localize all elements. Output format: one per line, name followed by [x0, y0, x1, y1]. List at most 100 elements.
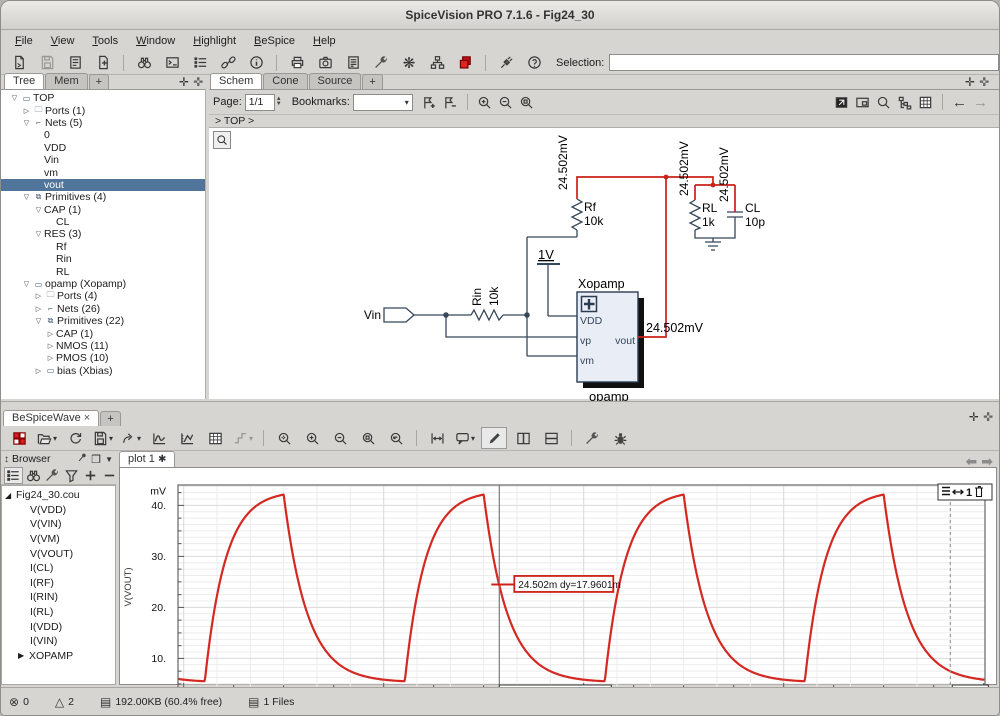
help-icon[interactable] — [522, 53, 546, 73]
title-bar[interactable]: SpiceVision PRO 7.1.6 - Fig24_30 — [1, 1, 999, 30]
error-count[interactable]: ⊗0 — [9, 695, 29, 709]
table-icon[interactable] — [203, 428, 227, 448]
zoom-in-icon[interactable] — [475, 92, 494, 112]
netlist-lines-icon[interactable] — [188, 53, 212, 73]
tree-item-nets-26-[interactable]: ▷⌐Nets (26) — [1, 303, 205, 315]
subcircuit-icon[interactable] — [895, 92, 914, 112]
signal-item-vvout[interactable]: V(VOUT) — [2, 546, 115, 561]
collapse-icon[interactable]: ◢ — [5, 491, 16, 500]
add-signal-icon[interactable] — [82, 468, 99, 483]
signal-group-xopamp[interactable]: ▶XOPAMP — [2, 649, 115, 664]
menu-bespice[interactable]: BeSpice — [246, 32, 303, 50]
signal-item-irin[interactable]: I(RIN) — [2, 590, 115, 605]
bug-icon[interactable] — [608, 428, 632, 448]
rf-resistor[interactable] — [572, 199, 582, 230]
collapse-icon[interactable]: ▼ — [105, 455, 113, 464]
page-spinner-arrows[interactable]: ▲▼ — [276, 97, 282, 107]
signal-item-icl[interactable]: I(CL) — [2, 561, 115, 576]
new-view-icon[interactable] — [91, 53, 115, 73]
tab-plot1[interactable]: plot 1 ✱ — [119, 451, 175, 467]
callout-icon[interactable]: ▾ — [453, 428, 477, 448]
tree-item-rl[interactable]: RL — [1, 265, 205, 277]
compare-icon[interactable] — [453, 53, 477, 73]
move-panel-icon[interactable]: ✛ — [965, 75, 975, 89]
detach-panel-icon[interactable]: ✜ — [979, 75, 989, 89]
hierarchy-icon[interactable] — [425, 53, 449, 73]
tab-mem[interactable]: Mem — [45, 73, 87, 89]
text-report-icon[interactable] — [341, 53, 365, 73]
collapse-icon[interactable]: ▽ — [33, 317, 44, 325]
tab-source[interactable]: Source — [309, 73, 362, 89]
dropdown-arrow-icon[interactable]: ▾ — [137, 434, 141, 443]
plot-axes-icon[interactable] — [175, 428, 199, 448]
expand-icon[interactable]: ▷ — [33, 292, 44, 300]
tree-item-nets-5-[interactable]: ▽⌐Nets (5) — [1, 117, 205, 129]
expand-icon[interactable]: ▷ — [45, 330, 56, 338]
marker-icon[interactable] — [481, 427, 507, 449]
export-icon[interactable]: ▾ — [119, 428, 143, 448]
tab-cone[interactable]: Cone — [263, 73, 307, 89]
signal-item-ivdd[interactable]: I(VDD) — [2, 619, 115, 634]
dropdown-arrow-icon[interactable]: ▾ — [109, 434, 113, 443]
tab-tree[interactable]: Tree — [4, 73, 44, 89]
save-icon[interactable]: ▾ — [91, 428, 115, 448]
collapse-icon[interactable]: ▽ — [21, 193, 32, 201]
detach-panel-icon[interactable]: ✜ — [193, 75, 203, 89]
open-icon[interactable]: ▾ — [35, 428, 59, 448]
tree-item-vout[interactable]: vout — [1, 179, 205, 191]
cursor-controls[interactable]: 1 — [938, 484, 992, 500]
pin-icon[interactable] — [77, 452, 88, 466]
tree-item-opamp-xopamp-[interactable]: ▽▭opamp (Xopamp) — [1, 278, 205, 290]
zoom-out-icon[interactable] — [328, 428, 352, 448]
tree-item-ports-1-[interactable]: ▷🗀Ports (1) — [1, 104, 205, 116]
menu-tools[interactable]: Tools — [84, 32, 126, 50]
move-panel-icon[interactable]: ✛ — [969, 410, 979, 424]
move-panel-icon[interactable]: ✛ — [179, 75, 189, 89]
signal-item-irf[interactable]: I(RF) — [2, 576, 115, 591]
sort-icon[interactable]: ↕ — [4, 454, 9, 465]
tree-item-bias-xbias-[interactable]: ▷▭bias (Xbias) — [1, 365, 205, 377]
collapse-icon[interactable]: ▽ — [21, 280, 32, 288]
wrench-icon[interactable] — [44, 468, 61, 483]
zoom-undo-icon[interactable] — [384, 428, 408, 448]
schematic-canvas[interactable]: Vin Rin 10k Rf 10k RL 1k CL 10p 1V Xopam… — [209, 127, 999, 399]
signal-item-ivin[interactable]: I(VIN) — [2, 634, 115, 649]
tree-item-primitives-4-[interactable]: ▽⧉Primitives (4) — [1, 191, 205, 203]
schem-new-tab-button[interactable]: + — [362, 74, 382, 89]
fit-x-icon[interactable] — [425, 428, 449, 448]
dropdown-arrow-icon[interactable]: ▾ — [471, 434, 475, 443]
dropdown-arrow-icon[interactable]: ▾ — [53, 434, 57, 443]
link-icon[interactable] — [216, 53, 240, 73]
expand-icon[interactable]: ▷ — [21, 107, 32, 115]
collapse-icon[interactable]: ▽ — [33, 230, 44, 238]
signal-item-vvdd[interactable]: V(VDD) — [2, 503, 115, 518]
collapse-icon[interactable]: ▽ — [33, 206, 44, 214]
close-tab-icon[interactable]: × — [84, 412, 90, 424]
tree-item-rf[interactable]: Rf — [1, 241, 205, 253]
tree-item-cap-1-[interactable]: ▷CAP (1) — [1, 327, 205, 339]
selection-input[interactable] — [609, 54, 999, 71]
signal-item-vvm[interactable]: V(VM) — [2, 532, 115, 547]
settings-gear-icon[interactable]: ❋ — [397, 53, 421, 73]
open-netlist-icon[interactable] — [7, 53, 31, 73]
menu-file[interactable]: File — [7, 32, 41, 50]
search-icon[interactable] — [132, 53, 156, 73]
dropdown-arrow-icon[interactable]: ▾ — [249, 434, 253, 443]
print-icon[interactable] — [285, 53, 309, 73]
tab-modified-icon[interactable]: ✱ — [158, 454, 166, 465]
zoom-fit-icon[interactable] — [356, 428, 380, 448]
rl-resistor[interactable] — [690, 200, 700, 230]
bookmark-remove-icon[interactable] — [441, 92, 460, 112]
expand-icon[interactable]: ▷ — [33, 367, 44, 375]
tab-bespicewave[interactable]: BeSpiceWave × — [3, 410, 99, 426]
tab-schem[interactable]: Schem — [210, 73, 262, 89]
grid-icon[interactable] — [916, 92, 935, 112]
collapse-icon[interactable]: ▽ — [9, 94, 20, 102]
float-window-icon[interactable]: ❐ — [91, 453, 101, 466]
bookmark-add-icon[interactable] — [420, 92, 439, 112]
bookmarks-combo[interactable]: ▾ — [353, 94, 413, 111]
zoom-in-icon[interactable] — [300, 428, 324, 448]
wave-app-icon[interactable] — [7, 428, 31, 448]
zoom-select-icon[interactable] — [272, 428, 296, 448]
vin-port[interactable] — [384, 308, 414, 322]
